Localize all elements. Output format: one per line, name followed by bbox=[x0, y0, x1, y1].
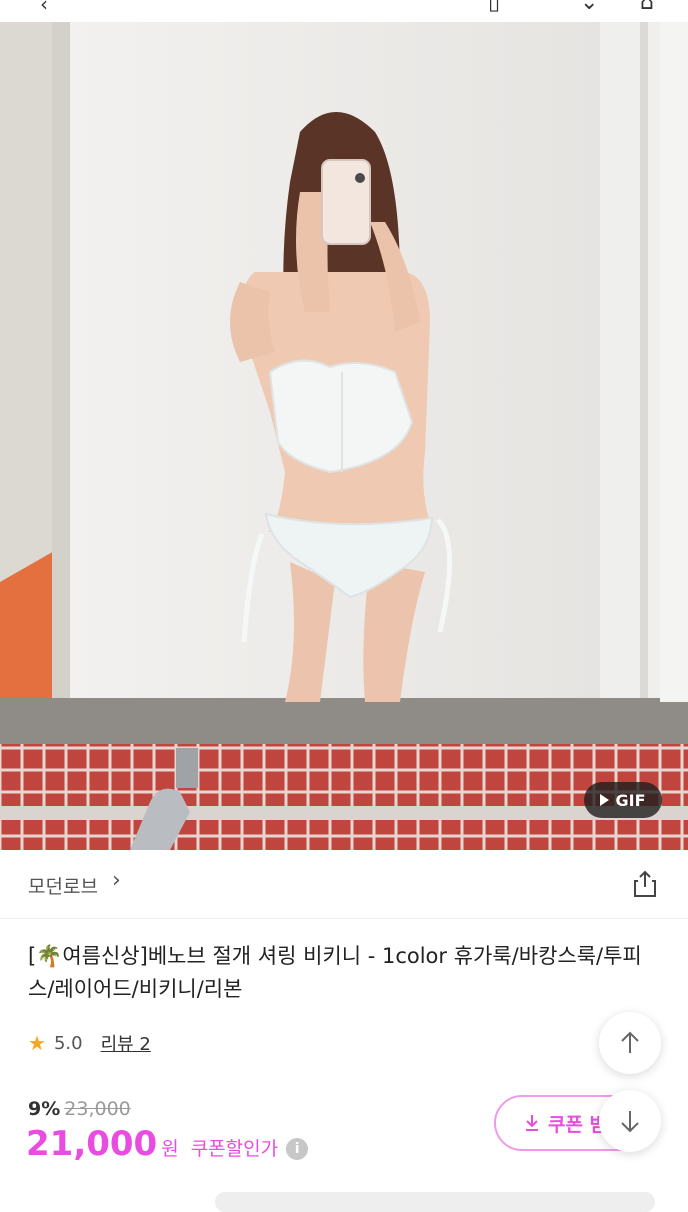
info-icon[interactable]: i bbox=[286, 1138, 309, 1160]
review-link[interactable]: 리뷰 2 bbox=[101, 1030, 151, 1056]
share-icon[interactable] bbox=[632, 870, 658, 898]
gif-label: GIF bbox=[615, 790, 646, 810]
star-icon: ★ bbox=[28, 1031, 46, 1055]
original-price: 23,000 bbox=[64, 1098, 131, 1120]
bottom-bar-handle bbox=[215, 1192, 655, 1212]
download-icon bbox=[526, 1115, 538, 1131]
store-row[interactable]: 모던로브 › bbox=[0, 850, 688, 919]
more-icon[interactable]: ⌄ bbox=[580, 0, 598, 15]
gif-badge[interactable]: GIF bbox=[584, 782, 662, 818]
arrow-down-icon bbox=[621, 1111, 639, 1133]
discount-row: 9% 23,000 bbox=[28, 1098, 131, 1120]
store-name[interactable]: 모던로브 bbox=[28, 872, 98, 899]
product-title: [🌴여름신상]베노브 절개 셔링 비키니 - 1color 휴가룩/바캉스룩/투… bbox=[28, 944, 642, 1001]
play-icon bbox=[600, 794, 610, 806]
home-icon[interactable]: ⌂ bbox=[640, 0, 654, 15]
price-row: 21,000 원 쿠폰할인가 i bbox=[26, 1124, 309, 1164]
back-icon[interactable]: ‹ bbox=[40, 0, 48, 16]
arrow-up-icon bbox=[621, 1031, 639, 1053]
sale-price: 21,000 bbox=[26, 1124, 158, 1164]
price-unit: 원 bbox=[161, 1138, 179, 1160]
rating-row: ★ 5.0 리뷰 2 bbox=[28, 1030, 151, 1056]
rating-value: 5.0 bbox=[53, 1032, 83, 1054]
product-photo bbox=[0, 22, 688, 850]
scroll-top-button[interactable] bbox=[599, 1012, 661, 1074]
cart-icon[interactable]: ▯ bbox=[488, 0, 500, 15]
discount-percent: 9% bbox=[28, 1098, 61, 1120]
top-bar: ‹ ▯ ⌄ ⌂ bbox=[0, 0, 688, 22]
product-image[interactable]: GIF bbox=[0, 22, 688, 850]
coupon-price-label: 쿠폰할인가 bbox=[190, 1138, 279, 1160]
chevron-right-icon: › bbox=[112, 868, 121, 893]
scroll-bottom-button[interactable] bbox=[599, 1090, 661, 1152]
